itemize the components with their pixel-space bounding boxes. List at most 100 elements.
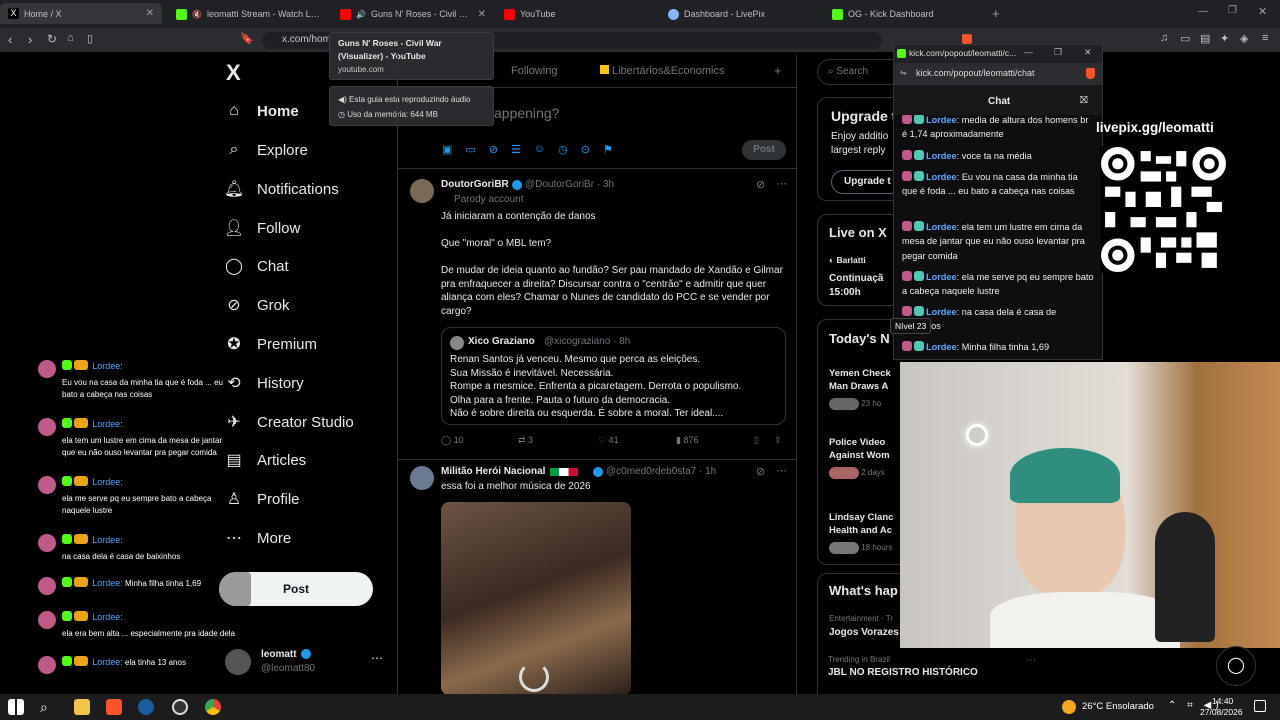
sidebar-item-follow[interactable]: 👤︎ Follow [224, 213, 301, 243]
reload-icon[interactable]: ↻ [47, 32, 57, 46]
file-explorer-icon[interactable] [74, 699, 90, 715]
post[interactable]: DoutorGoriBR @DoutorGoriBr · 3h ⊘ ⋯ Paro… [398, 169, 796, 459]
trend-category: Entertainment · Tr [829, 614, 894, 623]
sidebar-item-grok[interactable]: ⊘ Grok [225, 290, 289, 320]
post[interactable]: Militão Herói Nacional @c0med0rdeb0sta7 … [398, 460, 796, 695]
share-icon[interactable]: ⇪ [774, 435, 782, 446]
chat-username[interactable]: Lordee [926, 115, 957, 125]
tab-youtube-gnr[interactable]: 🔊 Guns N' Roses - Civil War (Vi ✕ [332, 4, 494, 24]
back-icon[interactable]: ‹ [8, 32, 12, 47]
like-button[interactable]: ♡ 41 [598, 435, 619, 446]
wallet-icon[interactable]: ▤ [1200, 32, 1210, 45]
location-icon[interactable]: ⊙ [581, 143, 590, 156]
sidebar-item-chat[interactable]: ◯ Chat [225, 251, 289, 281]
extensions-icon[interactable]: ♫ [1160, 32, 1168, 44]
ai-icon[interactable]: ✦ [1220, 32, 1229, 45]
tab-livepix[interactable]: Dashboard - LivePix [660, 4, 822, 24]
tab-youtube[interactable]: YouTube [496, 4, 658, 24]
new-tab-icon[interactable]: + [992, 6, 1000, 21]
post-author-name[interactable]: DoutorGoriBR [441, 179, 509, 190]
tab-following[interactable]: Following [511, 65, 557, 77]
home-browser-icon[interactable]: ⌂ [67, 32, 74, 44]
brave-browser-icon[interactable] [106, 699, 122, 715]
add-tab-icon[interactable]: + [774, 63, 782, 78]
search-box[interactable]: ⌕ Search [817, 59, 905, 85]
trend-name[interactable]: Jogos Vorazes [829, 627, 899, 638]
chat-username[interactable]: Lordee [926, 307, 957, 317]
steam-icon[interactable] [138, 699, 154, 715]
close-icon[interactable]: ✕ [146, 8, 154, 19]
more-options-icon[interactable]: ⋯ [1026, 655, 1036, 666]
verified-icon [593, 467, 603, 477]
sidebar-item-label: Profile [257, 490, 300, 508]
grok-icon[interactable]: ⊘ [489, 143, 498, 156]
grok-icon[interactable]: ⊘ [756, 465, 765, 478]
clock-date[interactable]: 27/08/2026 [1200, 707, 1243, 717]
tab-libertarios[interactable]: Libertários&Economics [600, 65, 725, 77]
sidebar-icon[interactable]: ▭ [1180, 32, 1190, 45]
bookmark-icon[interactable]: ▯ [754, 435, 759, 446]
schedule-icon[interactable]: ◷ [558, 143, 568, 156]
news-item[interactable]: Police Video Against Wom 2 days [829, 437, 890, 479]
search-icon[interactable]: ⌕ [40, 699, 56, 715]
tab-kick-stream[interactable]: 🔇 leomatti Stream - Watch Live on [168, 4, 328, 24]
grok-chat-button[interactable]: ◯ [1216, 646, 1256, 686]
window-close-icon[interactable]: ✕ [1084, 47, 1092, 58]
popup-urlbar[interactable]: ⇋ kick.com/popout/leomatti/chat [894, 63, 1102, 85]
live-user[interactable]: ◐ Barlatti [829, 255, 866, 265]
news-item[interactable]: Yemen Check Man Draws A 23 ho [829, 368, 891, 410]
menu-icon[interactable]: ≡ [1262, 32, 1268, 44]
reply-button[interactable]: ◯ 10 [441, 435, 464, 446]
notification-icon[interactable] [1254, 700, 1266, 712]
sidebar-item-premium[interactable]: ✪ Premium [225, 329, 317, 359]
compose-input[interactable]: appening? [494, 105, 559, 121]
repost-button[interactable]: ⇄ 3 [518, 435, 533, 446]
chat-username[interactable]: Lordee [926, 222, 957, 232]
tab-home-x[interactable]: X Home / X ✕ [0, 3, 162, 24]
weather-text[interactable]: 26°C Ensolarado [1082, 701, 1154, 712]
sidebar-toggle-icon[interactable]: ▯ [87, 32, 93, 45]
window-maximize-icon[interactable]: ❐ [1228, 5, 1237, 16]
more-options-icon[interactable]: ⋯ [776, 177, 787, 190]
more-options-icon[interactable]: ⋯ [776, 464, 787, 477]
close-icon[interactable]: ✕ [478, 9, 486, 20]
emoji-icon[interactable]: ☺ [534, 143, 545, 156]
grok-icon[interactable]: ⊘ [756, 178, 765, 191]
gif-icon[interactable]: ▭ [465, 143, 475, 156]
window-minimize-icon[interactable]: — [1198, 6, 1208, 17]
trend-name[interactable]: JBL NO REGISTRO HISTÓRICO [828, 667, 978, 678]
compose-post-button[interactable]: Post [742, 140, 786, 160]
window-close-icon[interactable]: ✕ [1258, 5, 1267, 18]
chat-username[interactable]: Lordee [926, 172, 957, 182]
views-button[interactable]: ▮ 876 [676, 435, 698, 446]
image-icon[interactable]: ▣ [442, 143, 452, 156]
poll-icon[interactable]: ☰ [511, 143, 521, 156]
window-minimize-icon[interactable]: — [1024, 47, 1033, 57]
tab-kick-dashboard[interactable]: OG - Kick Dashboard [824, 4, 986, 24]
chat-username[interactable]: Lordee [926, 342, 957, 352]
clock-time[interactable]: 14:40 [1212, 696, 1233, 706]
forward-icon[interactable]: › [28, 32, 32, 47]
sidebar-item-notifications[interactable]: 🔔︎ Notifications [224, 174, 339, 204]
account-switcher[interactable]: leomatt @leomatt80 ⋯ [225, 645, 390, 685]
post-button[interactable]: Post [219, 572, 373, 606]
chat-username[interactable]: Lordee [926, 272, 957, 282]
post-author-name[interactable]: Militão Herói Nacional [441, 466, 545, 477]
more-options-icon[interactable]: ⋯ [371, 651, 383, 665]
obs-icon[interactable] [172, 699, 188, 715]
gift-icon[interactable]: ⛝ [1080, 95, 1088, 106]
quoted-post[interactable]: Xico Graziano @xicograziano · 8h Renan S… [441, 327, 786, 425]
chat-username[interactable]: Lordee [926, 151, 957, 161]
bookmark-icon[interactable]: 🔖 [240, 32, 254, 45]
window-maximize-icon[interactable]: ❐ [1054, 47, 1062, 58]
sidebar-item-explore[interactable]: ⌕ Explore [225, 135, 308, 165]
sidebar-item-home[interactable]: ⌂ Home [225, 96, 299, 126]
windows-start-icon[interactable] [8, 699, 24, 715]
flag-icon[interactable]: ⚑ [603, 143, 613, 156]
sidebar-item-creator-studio[interactable]: ✈ Creator Studio [225, 407, 353, 437]
vpn-icon[interactable]: ◈ [1240, 32, 1248, 45]
chrome-icon[interactable] [205, 699, 221, 715]
brave-shield-icon[interactable] [1086, 68, 1095, 79]
news-item[interactable]: Lindsay Clanc Health and Ac 18 hours [829, 512, 893, 554]
post-video[interactable] [441, 502, 631, 695]
